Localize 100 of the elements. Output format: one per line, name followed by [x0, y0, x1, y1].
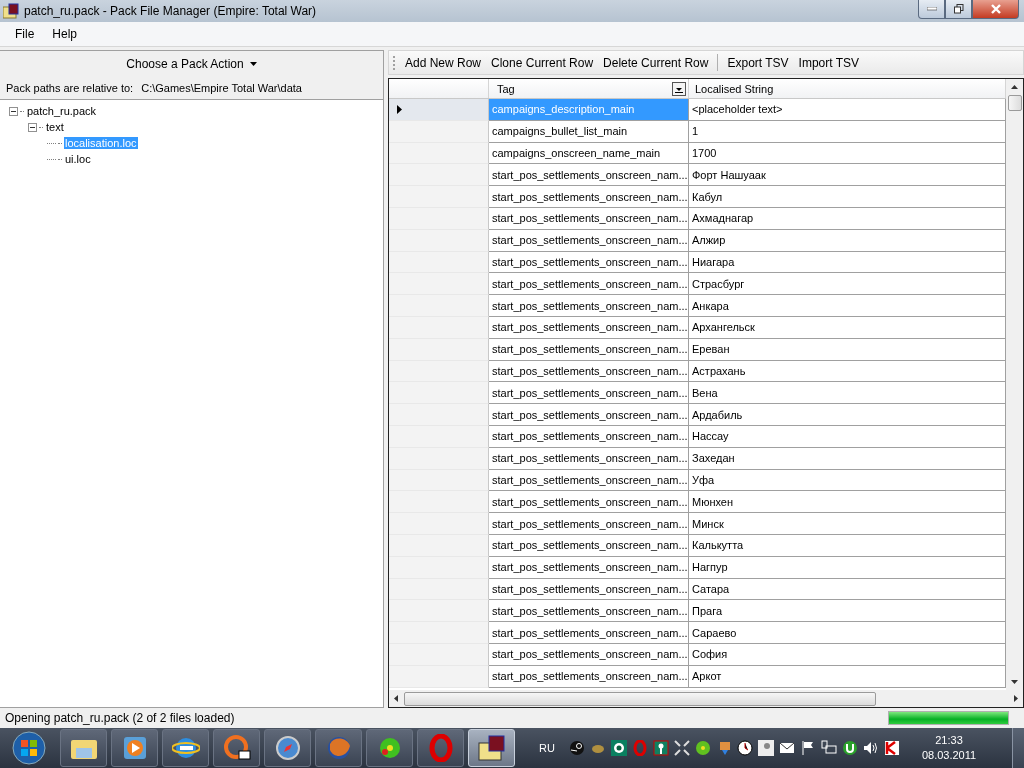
table-cell[interactable]: Вена	[689, 382, 1006, 405]
taskbar-media-player-button[interactable]	[111, 729, 158, 767]
language-indicator[interactable]: RU	[539, 742, 555, 754]
table-cell[interactable]: start_pos_settlements_onscreen_nam...	[489, 643, 689, 666]
table-cell[interactable]: Ниагара	[689, 251, 1006, 274]
toolbar-button[interactable]: Import TSV	[794, 55, 864, 70]
table-cell[interactable]: София	[689, 643, 1006, 666]
column-header[interactable]: Tag	[489, 79, 689, 98]
table-cell[interactable]: start_pos_settlements_onscreen_nam...	[489, 425, 689, 448]
table-cell[interactable]: Уфа	[689, 469, 1006, 492]
table-cell[interactable]: <placeholder text>	[689, 99, 1006, 121]
table-cell[interactable]: start_pos_settlements_onscreen_nam...	[489, 251, 689, 274]
table-cell[interactable]: Минск	[689, 513, 1006, 535]
compass-icon	[273, 734, 302, 762]
minimize-button[interactable]	[918, 0, 945, 19]
table-cell[interactable]: Архангельск	[689, 316, 1006, 339]
table-cell[interactable]: start_pos_settlements_onscreen_nam...	[489, 469, 689, 492]
table-cell[interactable]: Аркот	[689, 665, 1006, 688]
mail-tray-icon[interactable]	[778, 740, 795, 756]
table-cell[interactable]: start_pos_settlements_onscreen_nam...	[489, 513, 689, 535]
volume-tray-icon[interactable]	[862, 740, 879, 756]
taskbar-flower-button[interactable]	[366, 729, 413, 767]
scroll-thumb[interactable]	[404, 691, 876, 706]
toolbar-button[interactable]: Clone Current Row	[487, 55, 598, 70]
taskbar-browser-button[interactable]	[162, 729, 209, 767]
table-cell[interactable]: Форт Нашуаак	[689, 164, 1006, 187]
pack-action-dropdown[interactable]: Choose a Pack Action	[0, 51, 383, 77]
table-cell[interactable]: start_pos_settlements_onscreen_nam...	[489, 208, 689, 230]
table-cell[interactable]: start_pos_settlements_onscreen_nam...	[489, 556, 689, 579]
table-cell[interactable]: Калькутта	[689, 534, 1006, 557]
taskbar-compass-button[interactable]	[264, 729, 311, 767]
table-cell[interactable]: start_pos_settlements_onscreen_nam...	[489, 578, 689, 601]
table-cell[interactable]: Кабул	[689, 186, 1006, 208]
table-cell[interactable]: Ереван	[689, 338, 1006, 361]
table-cell[interactable]: start_pos_settlements_onscreen_nam...	[489, 316, 689, 339]
column-header[interactable]: Localised String	[689, 79, 1006, 98]
table-cell[interactable]: start_pos_settlements_onscreen_nam...	[489, 229, 689, 252]
filter-dropdown-icon[interactable]	[672, 81, 686, 96]
table-cell[interactable]: start_pos_settlements_onscreen_nam...	[489, 360, 689, 383]
table-cell[interactable]: Сараево	[689, 622, 1006, 644]
torrent-tray-icon[interactable]	[841, 740, 858, 756]
table-cell[interactable]: Сатара	[689, 578, 1006, 601]
table-cell[interactable]: start_pos_settlements_onscreen_nam...	[489, 382, 689, 405]
toolbar-button[interactable]: Delete Current Row	[599, 55, 713, 70]
tree-node[interactable]: text	[45, 121, 65, 133]
show-desktop-button[interactable]	[1012, 728, 1024, 768]
table-cell[interactable]: Анкара	[689, 295, 1006, 317]
collapse-toggle-icon[interactable]	[9, 106, 18, 116]
table-cell[interactable]: Нассау	[689, 425, 1006, 448]
table-cell[interactable]: 1700	[689, 142, 1006, 165]
table-cell[interactable]: start_pos_settlements_onscreen_nam...	[489, 338, 689, 361]
table-cell[interactable]: start_pos_settlements_onscreen_nam...	[489, 665, 689, 688]
horizontal-scrollbar[interactable]	[389, 690, 1023, 707]
table-cell[interactable]: Прага	[689, 600, 1006, 623]
table-cell[interactable]: start_pos_settlements_onscreen_nam...	[489, 622, 689, 644]
table-cell[interactable]: campaigns_bullet_list_main	[489, 120, 689, 143]
flower-tray-icon[interactable]	[694, 740, 711, 756]
restore-button[interactable]	[945, 0, 972, 19]
table-cell[interactable]: start_pos_settlements_onscreen_nam...	[489, 164, 689, 187]
table-cell[interactable]: start_pos_settlements_onscreen_nam...	[489, 186, 689, 208]
tree-node[interactable]: ui.loc	[64, 153, 92, 165]
table-cell[interactable]: start_pos_settlements_onscreen_nam...	[489, 447, 689, 470]
key-tray-icon[interactable]	[652, 740, 669, 756]
toolbar-button[interactable]: Add New Row	[401, 55, 486, 70]
taskbar-mail-button[interactable]	[213, 729, 260, 767]
menu-item[interactable]: Help	[43, 27, 87, 41]
clock[interactable]: 21:33 08.03.2011	[921, 733, 977, 763]
antivirus-tray-icon[interactable]	[883, 740, 900, 756]
taskbar-folder-button[interactable]	[60, 729, 107, 767]
table-cell[interactable]: campaigns_onscreen_name_main	[489, 142, 689, 165]
scroll-right-icon[interactable]	[1012, 694, 1020, 703]
tree-node[interactable]: patch_ru.pack	[26, 105, 98, 117]
table-cell[interactable]: Ахмаднагар	[689, 208, 1006, 230]
clock-tray-icon[interactable]	[736, 740, 753, 756]
table-cell[interactable]: Алжир	[689, 229, 1006, 252]
scroll-left-icon[interactable]	[392, 694, 400, 703]
table-cell[interactable]: Ардабиль	[689, 404, 1006, 426]
table-cell[interactable]: start_pos_settlements_onscreen_nam...	[489, 534, 689, 557]
network-tray-icon[interactable]	[820, 740, 837, 756]
table-cell[interactable]: Астрахань	[689, 360, 1006, 383]
table-cell[interactable]: start_pos_settlements_onscreen_nam...	[489, 295, 689, 317]
taskbar-pack-manager-button[interactable]	[468, 729, 515, 767]
table-cell[interactable]: Мюнхен	[689, 491, 1006, 514]
close-button[interactable]	[972, 0, 1019, 19]
arrows-tray-icon[interactable]	[673, 740, 690, 756]
collapse-toggle-icon[interactable]	[28, 122, 37, 132]
table-cell[interactable]: 1	[689, 120, 1006, 143]
table-cell[interactable]: start_pos_settlements_onscreen_nam...	[489, 600, 689, 623]
eye-tray-icon[interactable]	[610, 740, 627, 756]
table-cell[interactable]: start_pos_settlements_onscreen_nam...	[489, 273, 689, 296]
vertical-scrollbar[interactable]	[1006, 79, 1023, 690]
table-cell[interactable]: Нагпур	[689, 556, 1006, 579]
flag-tray-icon[interactable]	[799, 740, 816, 756]
menu-item[interactable]: File	[6, 27, 44, 41]
table-cell[interactable]: Захедан	[689, 447, 1006, 470]
table-cell[interactable]: Страсбург	[689, 273, 1006, 296]
table-cell[interactable]: start_pos_settlements_onscreen_nam...	[489, 491, 689, 514]
scroll-thumb[interactable]	[1007, 95, 1022, 111]
table-cell[interactable]: start_pos_settlements_onscreen_nam...	[489, 404, 689, 426]
toolbar-button[interactable]: Export TSV	[723, 55, 793, 70]
